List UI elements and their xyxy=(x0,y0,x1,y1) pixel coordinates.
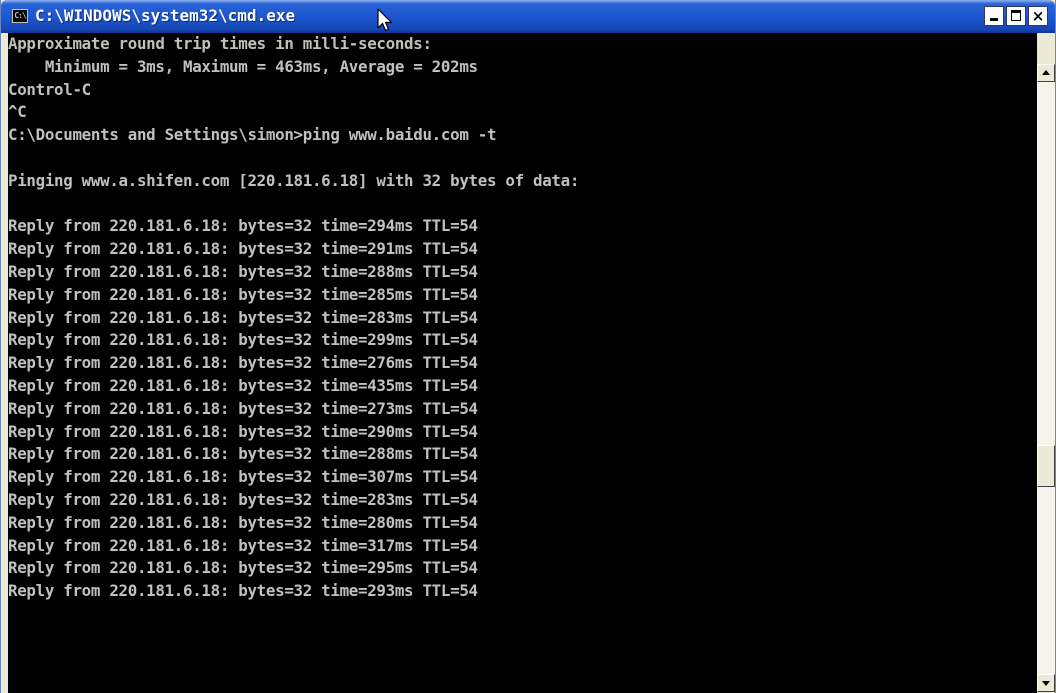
console-line: Reply from 220.181.6.18: bytes=32 time=2… xyxy=(8,216,478,236)
console-lines: Approximate round trip times in milli-se… xyxy=(8,33,1037,603)
console-line: Reply from 220.181.6.18: bytes=32 time=2… xyxy=(8,307,478,327)
console-line: Reply from 220.181.6.18: bytes=32 time=2… xyxy=(8,398,478,418)
title-bar[interactable]: C:\ C:\WINDOWS\system32\cmd.exe × xyxy=(1,0,1055,33)
cmd-prompt-icon[interactable]: C:\ xyxy=(12,9,28,23)
console-line: Reply from 220.181.6.18: bytes=32 time=2… xyxy=(8,261,478,281)
console-line: ^C xyxy=(8,102,27,122)
console-line: C:\Documents and Settings\simon>ping www… xyxy=(8,125,497,145)
minimize-icon xyxy=(990,18,998,21)
scroll-thumb[interactable] xyxy=(1037,445,1055,487)
console-line: Minimum = 3ms, Maximum = 463ms, Average … xyxy=(8,56,478,76)
console-line: Reply from 220.181.6.18: bytes=32 time=2… xyxy=(8,284,478,304)
close-icon: × xyxy=(1031,7,1045,25)
maximize-icon xyxy=(1011,10,1021,21)
console-line: Reply from 220.181.6.18: bytes=32 time=2… xyxy=(8,581,478,601)
console-line: Reply from 220.181.6.18: bytes=32 time=4… xyxy=(8,375,478,395)
scroll-up-arrow-icon xyxy=(1042,70,1050,75)
console-line: Reply from 220.181.6.18: bytes=32 time=3… xyxy=(8,535,478,555)
console-line: Control-C xyxy=(8,79,91,99)
vertical-scrollbar[interactable] xyxy=(1037,33,1055,693)
close-button[interactable]: × xyxy=(1028,6,1048,26)
window-title: C:\WINDOWS\system32\cmd.exe xyxy=(35,6,296,25)
console-line: Reply from 220.181.6.18: bytes=32 time=2… xyxy=(8,444,478,464)
scroll-down-button[interactable] xyxy=(1037,674,1055,692)
console-line: Reply from 220.181.6.18: bytes=32 time=3… xyxy=(8,467,478,487)
console-line: Pinging www.a.shifen.com [220.181.6.18] … xyxy=(8,170,580,190)
maximize-button[interactable] xyxy=(1006,6,1026,26)
console-line: Reply from 220.181.6.18: bytes=32 time=2… xyxy=(8,353,478,373)
console-output[interactable]: Approximate round trip times in milli-se… xyxy=(8,33,1037,693)
scroll-down-arrow-icon xyxy=(1042,681,1050,686)
console-line: Reply from 220.181.6.18: bytes=32 time=2… xyxy=(8,489,478,509)
console-line: Reply from 220.181.6.18: bytes=32 time=2… xyxy=(8,421,478,441)
console-window: C:\ C:\WINDOWS\system32\cmd.exe × Approx… xyxy=(0,0,1056,693)
scroll-track[interactable] xyxy=(1037,82,1055,674)
minimize-button[interactable] xyxy=(984,6,1004,26)
console-line: Reply from 220.181.6.18: bytes=32 time=2… xyxy=(8,330,478,350)
mouse-pointer-icon xyxy=(377,8,393,32)
scroll-up-button[interactable] xyxy=(1037,64,1055,82)
console-line: Approximate round trip times in milli-se… xyxy=(8,34,432,53)
console-line: Reply from 220.181.6.18: bytes=32 time=2… xyxy=(8,239,478,259)
scrollbar-top-spacer xyxy=(1037,33,1055,64)
console-line: Reply from 220.181.6.18: bytes=32 time=2… xyxy=(8,558,478,578)
console-line: Reply from 220.181.6.18: bytes=32 time=2… xyxy=(8,512,478,532)
